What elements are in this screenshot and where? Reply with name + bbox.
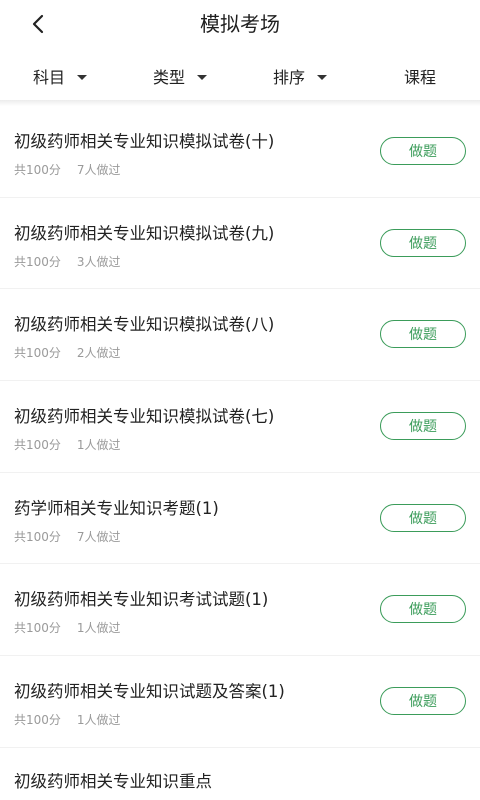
exam-meta: 共100分 3人做过 (14, 253, 121, 270)
exam-meta: 共100分 7人做过 (14, 528, 121, 545)
exam-score: 共100分 (14, 254, 61, 269)
header: 模拟考场 (0, 0, 480, 48)
filter-label: 类型 (152, 68, 185, 87)
exam-count: 1人做过 (76, 621, 121, 636)
page-title: 模拟考场 (200, 12, 280, 36)
exam-meta: 共100分 7人做过 (14, 161, 121, 178)
exam-list: 初级药师相关专业知识模拟试卷(十) 共100分 7人做过 做题 初级药师相关专业知… (0, 106, 480, 748)
start-quiz-button[interactable]: 做题 (380, 320, 466, 349)
filter-course[interactable]: 课程 (360, 52, 480, 100)
filter-label: 排序 (272, 68, 305, 87)
exam-row[interactable]: 药学师相关专业知识考题(1) 共100分 7人做过 做题 (0, 473, 480, 565)
exam-row[interactable]: 初级药师相关专业知识模拟试卷(九) 共100分 3人做过 做题 (0, 198, 480, 290)
caret-down-icon (317, 74, 327, 80)
exam-title: 初级药师相关专业知识模拟试卷(九) (14, 223, 275, 243)
start-quiz-button[interactable]: 做题 (380, 595, 466, 624)
exam-count: 2人做过 (76, 346, 121, 361)
exam-score: 共100分 (14, 438, 61, 453)
exam-row[interactable]: 初级药师相关专业知识模拟试卷(八) 共100分 2人做过 做题 (0, 289, 480, 382)
exam-meta: 共100分 1人做过 (14, 619, 121, 636)
start-quiz-button[interactable]: 做题 (380, 137, 466, 165)
exam-title: 药学师相关专业知识考题(1) (14, 498, 219, 518)
filter-sort[interactable]: 排序 (240, 52, 360, 100)
exam-count: 1人做过 (76, 713, 121, 728)
exam-title: 初级药师相关专业知识模拟试卷(七) (14, 407, 275, 427)
exam-count: 1人做过 (76, 438, 121, 453)
exam-row[interactable]: 初级药师相关专业知识模拟试卷(七) 共100分 1人做过 做题 (0, 381, 480, 473)
exam-row[interactable]: 初级药师相关专业知识试题及答案(1) 共100分 1人做过 做题 (0, 656, 480, 748)
filter-label: 课程 (403, 68, 436, 87)
exam-score: 共100分 (14, 529, 61, 544)
scroll-fade (230, 760, 320, 800)
start-quiz-button[interactable]: 做题 (380, 687, 466, 716)
caret-down-icon (197, 74, 207, 80)
exam-count: 7人做过 (76, 529, 121, 544)
exam-score: 共100分 (14, 713, 61, 728)
exam-meta: 共100分 1人做过 (14, 436, 121, 453)
exam-row[interactable]: 初级药师相关专业知识考试试题(1) 共100分 1人做过 做题 (0, 564, 480, 657)
exam-title: 初级药师相关专业知识试题及答案(1) (14, 682, 285, 702)
caret-down-icon (77, 74, 87, 80)
exam-score: 共100分 (14, 346, 61, 361)
exam-title: 初级药师相关专业知识考试试题(1) (14, 590, 269, 610)
filter-label: 科目 (32, 68, 65, 87)
exam-meta: 共100分 1人做过 (14, 711, 121, 728)
exam-score: 共100分 (14, 163, 61, 177)
exam-score: 共100分 (14, 621, 61, 636)
exam-count: 7人做过 (76, 163, 121, 177)
exam-title: 初级药师相关专业知识重点 (14, 772, 212, 791)
start-quiz-button[interactable]: 做题 (380, 503, 466, 532)
filter-bar: 科目 类型 排序 课程 (0, 52, 480, 100)
filter-type[interactable]: 类型 (120, 52, 240, 100)
exam-count: 3人做过 (76, 254, 121, 269)
start-quiz-button[interactable]: 做题 (380, 412, 466, 441)
exam-title: 初级药师相关专业知识模拟试卷(八) (14, 315, 275, 335)
start-quiz-button[interactable]: 做题 (380, 228, 466, 257)
exam-row[interactable]: 初级药师相关专业知识模拟试卷(十) 共100分 7人做过 做题 (0, 106, 480, 198)
filter-subject[interactable]: 科目 (0, 52, 120, 100)
exam-title: 初级药师相关专业知识模拟试卷(十) (14, 132, 275, 151)
exam-meta: 共100分 2人做过 (14, 344, 121, 361)
